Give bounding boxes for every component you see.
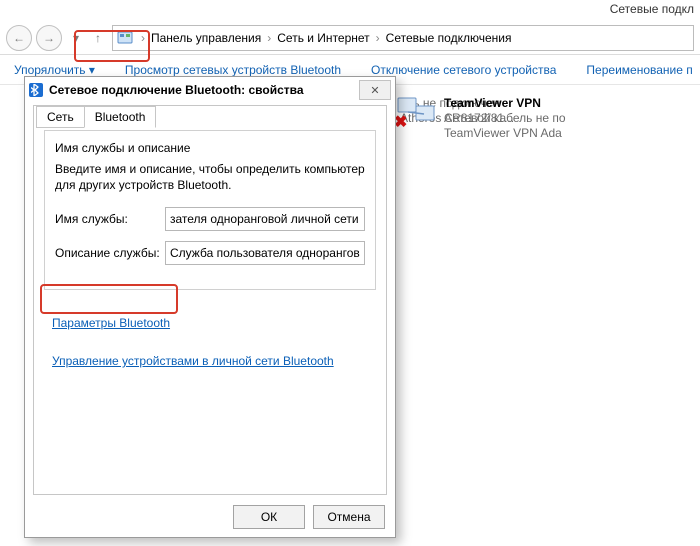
device-adapter: TeamViewer VPN Ada <box>444 126 566 141</box>
links-area: Параметры Bluetooth Управление устройств… <box>52 316 376 368</box>
dialog-button-row: ОК Отмена <box>233 505 385 529</box>
crumb-1[interactable]: Панель управления <box>147 31 265 45</box>
window-title-text: Сетевые подкл <box>610 2 694 16</box>
crumb-3[interactable]: Сетевые подключения <box>382 31 516 45</box>
chevron-right-icon: › <box>265 31 273 45</box>
device-title: TeamViewer VPN <box>444 96 566 111</box>
tab-strip: Сеть Bluetooth <box>36 105 155 127</box>
organize-menu[interactable]: Упорялочить ▾ <box>14 63 95 77</box>
disable-device[interactable]: Отключение сетевого устройства <box>371 63 556 77</box>
network-adapter-icon: ✖ <box>396 96 438 130</box>
dialog-title: Сетевое подключение Bluetooth: свойства <box>49 83 359 97</box>
ok-button[interactable]: ОК <box>233 505 305 529</box>
chevron-down-icon: ▾ <box>89 63 95 77</box>
dialog-title-bar: Сетевое подключение Bluetooth: свойства … <box>25 77 395 103</box>
error-x-icon: ✖ <box>394 112 407 132</box>
rename-connection[interactable]: Переименование п <box>586 63 692 77</box>
annotation-highlight <box>40 284 178 314</box>
crumb-2[interactable]: Сеть и Интернет <box>273 31 373 45</box>
device-item-teamviewer[interactable]: ✖ TeamViewer VPN Сетевой кабель не по Te… <box>396 96 696 141</box>
bluetooth-settings-link[interactable]: Параметры Bluetooth <box>52 316 170 330</box>
back-button[interactable]: ← <box>6 25 32 51</box>
tab-network[interactable]: Сеть <box>36 106 85 128</box>
service-groupbox: Имя службы и описание Введите имя и опис… <box>44 130 376 290</box>
annotation-highlight <box>74 30 150 62</box>
arrow-left-icon: ← <box>13 31 25 45</box>
service-desc-input[interactable] <box>165 241 365 265</box>
groupbox-help: Введите имя и описание, чтобы определить… <box>55 161 365 193</box>
close-button[interactable]: ✕ <box>359 80 391 100</box>
arrow-right-icon: → <box>43 31 55 45</box>
forward-button[interactable]: → <box>36 25 62 51</box>
close-icon: ✕ <box>370 84 379 97</box>
view-bt-devices[interactable]: Просмотр сетевых устройств Bluetooth <box>125 63 341 77</box>
chevron-right-icon: › <box>374 31 382 45</box>
service-name-input[interactable] <box>165 207 365 231</box>
cancel-button[interactable]: Отмена <box>313 505 385 529</box>
window-title-bar: Сетевые подкл <box>0 0 700 23</box>
groupbox-heading: Имя службы и описание <box>55 141 365 155</box>
pan-devices-link[interactable]: Управление устройствами в личной сети Bl… <box>52 354 334 368</box>
device-status: Сетевой кабель не по <box>444 111 566 126</box>
explorer-window: Сетевые подкл ← → ▾ ↑ › Панель управлени… <box>0 0 700 546</box>
bluetooth-icon <box>29 83 43 97</box>
breadcrumb[interactable]: › Панель управления › Сеть и Интернет › … <box>112 25 694 51</box>
service-name-label: Имя службы: <box>55 212 165 226</box>
tab-bluetooth[interactable]: Bluetooth <box>84 106 157 128</box>
service-desc-label: Описание службы: <box>55 246 165 260</box>
